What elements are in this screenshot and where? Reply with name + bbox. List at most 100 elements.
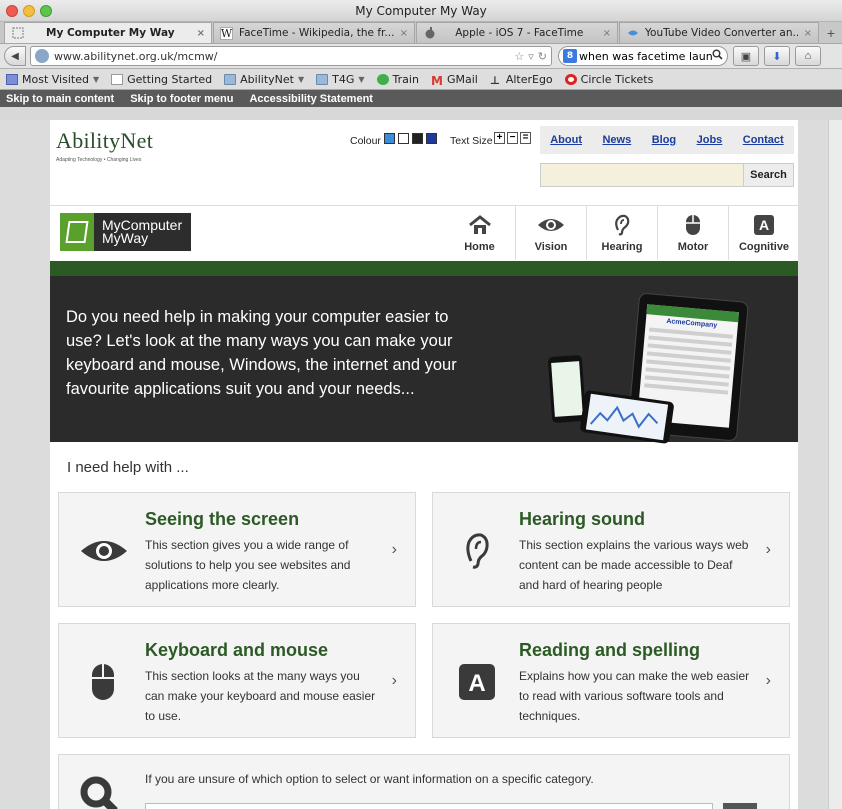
chevron-right-icon[interactable]: › <box>766 541 771 559</box>
text-size-label: Text Size <box>450 135 493 147</box>
chevron-down-icon: ▼ <box>92 74 100 84</box>
nav-hearing[interactable]: Hearing <box>586 206 657 260</box>
main-navigation: Home Vision Hearing Motor A Cognitive <box>444 206 799 260</box>
bookmark-circle-tickets[interactable]: Circle Tickets <box>564 73 653 86</box>
tab-close-button[interactable]: × <box>400 28 408 39</box>
accessibility-statement-link[interactable]: Accessibility Statement <box>249 93 373 105</box>
find-category-input[interactable] <box>145 803 713 809</box>
colour-swatch-blue[interactable] <box>384 133 395 144</box>
card-keyboard-and-mouse[interactable]: Keyboard and mouse This section looks at… <box>58 623 416 738</box>
bookmarks-toolbar: Most Visited ▼ Getting Started AbilityNet… <box>0 69 842 90</box>
new-tab-button[interactable]: + <box>820 22 842 43</box>
tab-close-button[interactable]: × <box>804 28 812 39</box>
link-blog[interactable]: Blog <box>652 134 676 146</box>
ear-icon <box>453 531 501 571</box>
downloads-button[interactable]: ⬇ <box>764 46 790 66</box>
reload-icon[interactable]: ↻ <box>538 50 547 63</box>
colour-label: Colour <box>350 135 381 147</box>
card-title: Keyboard and mouse <box>145 640 329 660</box>
wikipedia-icon: W <box>220 26 233 40</box>
nav-motor[interactable]: Motor <box>657 206 728 260</box>
card-description: Explains how you can make the web easier… <box>519 669 750 723</box>
back-button[interactable]: ◀ <box>4 46 26 66</box>
bookmark-alterego[interactable]: ⊥ AlterEgo <box>490 73 553 87</box>
link-about[interactable]: About <box>550 134 582 146</box>
tab-apple-ios7-facetime[interactable]: Apple - iOS 7 - FaceTime × <box>416 22 618 43</box>
tab-youtube-converter[interactable]: YouTube Video Converter an... × <box>619 22 819 43</box>
green-divider-bar <box>50 261 798 276</box>
dropdown-arrow-icon[interactable]: ▿ <box>528 50 534 63</box>
bookmark-label: Getting Started <box>127 72 213 86</box>
card-description: This section explains the various ways w… <box>519 538 749 592</box>
bookmark-star-icon[interactable]: ☆ <box>514 50 524 63</box>
card-reading-and-spelling[interactable]: A Reading and spelling Explains how you … <box>432 623 790 738</box>
address-bar[interactable]: www.abilitynet.org.uk/mcmw/ ☆ ▿ ↻ <box>30 46 552 66</box>
folder-icon <box>224 73 237 85</box>
nav-cognitive[interactable]: A Cognitive <box>728 206 799 260</box>
page-icon <box>111 73 124 85</box>
browser-search-box[interactable]: 8 when was facetime launc <box>558 46 728 66</box>
bookmark-label: GMail <box>446 72 478 86</box>
chevron-right-icon[interactable]: › <box>392 672 397 690</box>
bookmark-gmail[interactable]: M GMail <box>431 72 478 88</box>
mcmw-logo-icon <box>60 213 94 251</box>
addon-icon: ▣ <box>740 50 752 63</box>
tab-facetime-wikipedia[interactable]: W FaceTime - Wikipedia, the fr... × <box>213 22 415 43</box>
chevron-right-icon[interactable]: › <box>392 541 397 559</box>
site-search: Search <box>540 163 794 187</box>
link-jobs[interactable]: Jobs <box>697 134 723 146</box>
logo-name: AbilityNet <box>56 128 154 153</box>
bookmark-train[interactable]: Train <box>376 73 419 86</box>
window-titlebar: My Computer My Way <box>0 0 842 22</box>
nav-label: Home <box>464 241 495 253</box>
tab-label: FaceTime - Wikipedia, the fr... <box>239 27 394 39</box>
text-size-reset-button[interactable]: = <box>520 132 531 144</box>
find-category-panel: If you are unsure of which option to sel… <box>58 754 790 809</box>
card-hearing-sound[interactable]: Hearing sound This section explains the … <box>432 492 790 607</box>
bookmark-getting-started[interactable]: Getting Started <box>111 73 212 86</box>
text-size-buttons: + − = <box>494 132 531 144</box>
bookmark-abilitynet[interactable]: AbilityNet ▼ <box>224 73 304 86</box>
find-category-button[interactable] <box>723 803 757 809</box>
abilitynet-logo[interactable]: AbilityNet Adapting Technology • Changin… <box>56 128 153 163</box>
text-size-decrease-button[interactable]: − <box>507 132 518 144</box>
search-icon <box>79 775 119 809</box>
chevron-down-icon: ▼ <box>358 74 365 84</box>
colour-swatch-white[interactable] <box>398 133 409 144</box>
bookmark-label: Most Visited <box>22 72 89 86</box>
link-contact[interactable]: Contact <box>743 134 784 146</box>
colour-swatch-navy[interactable] <box>426 133 437 144</box>
colour-swatch-black[interactable] <box>412 133 423 144</box>
youtube-converter-icon <box>626 27 639 40</box>
site-search-input[interactable] <box>541 164 743 186</box>
link-news[interactable]: News <box>602 134 631 146</box>
letter-a-icon: A <box>453 662 501 702</box>
search-icon[interactable] <box>712 49 723 63</box>
search-query: when was facetime launc <box>579 49 712 63</box>
circle-icon <box>564 73 577 85</box>
addon-button[interactable]: ▣ <box>733 46 759 66</box>
letter-a-icon: A <box>754 214 774 236</box>
skip-to-footer-link[interactable]: Skip to footer menu <box>130 93 233 105</box>
eye-icon <box>537 214 565 236</box>
site-search-button[interactable]: Search <box>743 164 793 186</box>
home-icon: ⌂ <box>804 50 812 62</box>
card-seeing-the-screen[interactable]: Seeing the screen This section gives you… <box>58 492 416 607</box>
tab-my-computer-my-way[interactable]: My Computer My Way × <box>4 22 212 43</box>
page-scrollbar[interactable] <box>828 120 842 809</box>
home-button[interactable]: ⌂ <box>795 46 821 66</box>
tab-bar: My Computer My Way × W FaceTime - Wikipe… <box>0 22 842 44</box>
nav-home[interactable]: Home <box>444 206 515 260</box>
skip-to-main-link[interactable]: Skip to main content <box>6 93 114 105</box>
mouse-icon <box>79 662 127 702</box>
bookmark-t4g[interactable]: T4G ▼ <box>316 73 365 86</box>
tab-close-button[interactable]: × <box>197 28 205 39</box>
mcmw-logo[interactable]: MyComputer MyWay <box>60 213 191 251</box>
bookmark-most-visited[interactable]: Most Visited ▼ <box>6 73 99 86</box>
nav-vision[interactable]: Vision <box>515 206 586 260</box>
chevron-right-icon[interactable]: › <box>766 672 771 690</box>
tab-close-button[interactable]: × <box>603 28 611 39</box>
bookmark-label: AbilityNet <box>240 72 294 86</box>
text-size-increase-button[interactable]: + <box>494 132 505 144</box>
tab-label: My Computer My Way <box>46 27 175 39</box>
